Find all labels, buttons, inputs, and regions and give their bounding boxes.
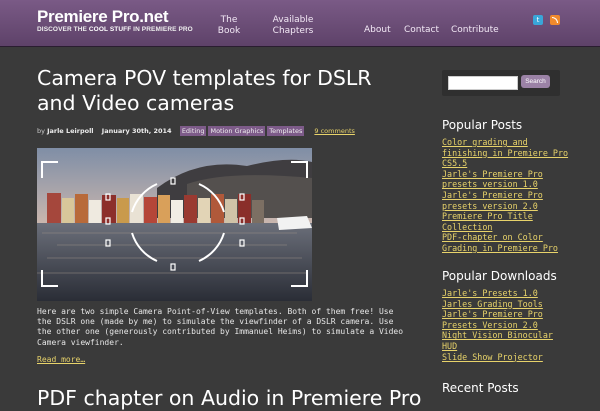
nav-about[interactable]: About xyxy=(364,25,391,36)
post-image[interactable] xyxy=(37,148,312,301)
site-title[interactable]: Premiere Pro.net xyxy=(37,8,193,26)
popular-downloads-heading: Popular Downloads xyxy=(442,269,557,283)
popular-downloads-list: Jarle's Presets 1.0 Jarles Grading Tools… xyxy=(442,288,572,362)
search-input[interactable] xyxy=(448,76,518,90)
list-item: Jarle's Premiere Pro Presets Version 2.0 xyxy=(442,309,572,330)
post-meta: by Jarle Leirpoll January 30th, 2014 Edi… xyxy=(37,126,355,136)
recent-posts-heading: Recent Posts xyxy=(442,381,519,395)
comments-link[interactable]: 9 comments xyxy=(314,127,354,135)
post-author: Jarle Leirpoll xyxy=(47,127,94,135)
search-button[interactable]: Search xyxy=(521,75,550,88)
post-title[interactable]: Camera POV templates for DSLR and Video … xyxy=(37,66,397,116)
harbor-viewfinder-image xyxy=(37,148,312,301)
download-link[interactable]: Jarle's Presets 1.0 xyxy=(442,288,572,299)
tag-templates[interactable]: Templates xyxy=(267,126,305,136)
download-link[interactable]: Jarles Grading Tools xyxy=(442,299,572,310)
popular-post-link[interactable]: Color grading and finishing in Premiere … xyxy=(442,137,572,169)
site-tagline: DISCOVER THE COOL STUFF IN PREMIERE PRO xyxy=(37,26,193,33)
post-by-label: by xyxy=(37,127,45,135)
list-item: Color grading and finishing in Premiere … xyxy=(442,137,572,169)
list-item: Night Vision Binocular HUD xyxy=(442,330,572,351)
list-item: Jarles Grading Tools xyxy=(442,299,572,310)
popular-post-link[interactable]: PDF-chapter on Color Grading in Premiere… xyxy=(442,232,572,253)
tag-editing[interactable]: Editing xyxy=(179,126,207,136)
post-date: January 30th, 2014 xyxy=(101,127,172,135)
nav-the-book[interactable]: The Book xyxy=(213,15,245,37)
list-item: Premiere Pro Title Collection xyxy=(442,211,572,232)
download-link[interactable]: Night Vision Binocular HUD xyxy=(442,330,572,351)
next-post-title[interactable]: PDF chapter on Audio in Premiere Pro xyxy=(37,386,421,411)
popular-post-link[interactable]: Jarle's Premiere Pro presets version 2.0 xyxy=(442,190,572,211)
site-logo[interactable]: Premiere Pro.net DISCOVER THE COOL STUFF… xyxy=(37,8,193,34)
list-item: Jarle's Premiere Pro presets version 2.0 xyxy=(442,190,572,211)
nav-contact[interactable]: Contact xyxy=(404,25,439,36)
list-item: Slide Show Projector xyxy=(442,352,572,363)
read-more-link[interactable]: Read more… xyxy=(37,355,85,364)
popular-posts-list: Color grading and finishing in Premiere … xyxy=(442,137,572,254)
tag-motion-graphics[interactable]: Motion Graphics xyxy=(208,126,266,136)
popular-posts-heading: Popular Posts xyxy=(442,118,523,132)
download-link[interactable]: Slide Show Projector xyxy=(442,352,572,363)
popular-post-link[interactable]: Jarle's Premiere Pro presets version 1.0 xyxy=(442,169,572,190)
list-item: Jarle's Premiere Pro presets version 1.0 xyxy=(442,169,572,190)
nav-available-chapters[interactable]: Available Chapters xyxy=(266,15,320,37)
download-link[interactable]: Jarle's Premiere Pro Presets Version 2.0 xyxy=(442,309,572,330)
nav-contribute[interactable]: Contribute xyxy=(451,25,499,36)
site-header: Premiere Pro.net DISCOVER THE COOL STUFF… xyxy=(0,0,600,47)
twitter-icon[interactable]: t xyxy=(533,15,543,25)
rss-icon[interactable] xyxy=(550,15,560,25)
list-item: PDF-chapter on Color Grading in Premiere… xyxy=(442,232,572,253)
post-excerpt: Here are two simple Camera Point-of-View… xyxy=(37,307,404,347)
popular-post-link[interactable]: Premiere Pro Title Collection xyxy=(442,211,572,232)
list-item: Jarle's Presets 1.0 xyxy=(442,288,572,299)
